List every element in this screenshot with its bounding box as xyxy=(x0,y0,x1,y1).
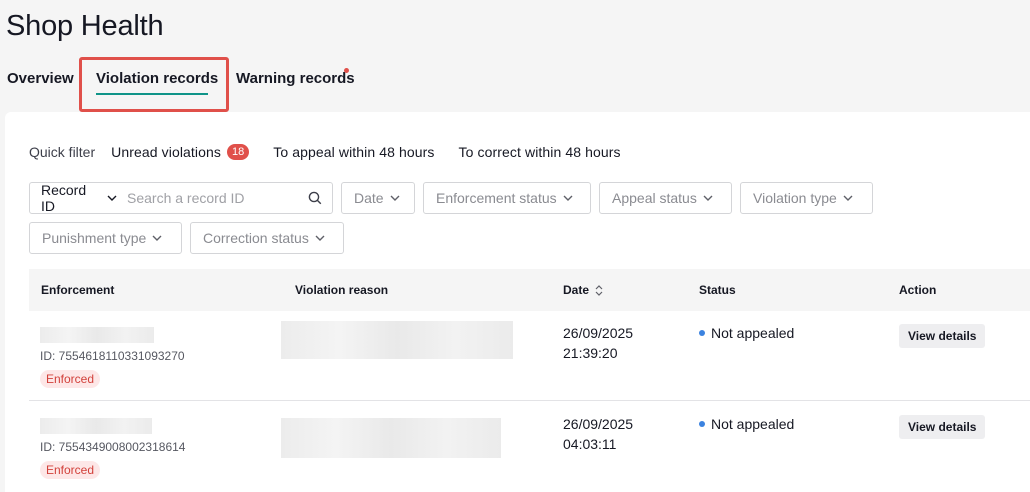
violation-date: 26/09/2025 xyxy=(563,325,634,341)
column-header-violation-reason: Violation reason xyxy=(295,283,389,297)
date-filter[interactable]: Date xyxy=(341,182,415,214)
violation-time: 04:03:11 xyxy=(563,436,617,452)
quick-filter-item-label: To correct within 48 hours xyxy=(458,144,621,160)
tab-bar: Overview Violation records Warning recor… xyxy=(0,57,1030,112)
appeal-status-filter[interactable]: Appeal status xyxy=(599,182,732,214)
correction-status-filter-label: Correction status xyxy=(203,230,309,246)
chevron-down-icon xyxy=(703,195,713,201)
violation-time: 21:39:20 xyxy=(563,345,618,361)
enforcement-status-filter[interactable]: Enforcement status xyxy=(423,182,591,214)
tab-warning-records[interactable]: Warning records xyxy=(236,70,355,87)
appeal-status: Not appealed xyxy=(699,325,794,341)
notification-dot xyxy=(344,68,349,73)
correction-status-filter[interactable]: Correction status xyxy=(190,222,344,254)
quick-filter-item-label: Unread violations xyxy=(111,144,221,160)
page-title: Shop Health xyxy=(6,10,164,42)
quick-filter-item-label: To appeal within 48 hours xyxy=(273,144,435,160)
violation-date: 26/09/2025 xyxy=(563,416,634,432)
appeal-status: Not appealed xyxy=(699,416,794,432)
status-dot xyxy=(699,330,705,336)
unread-count-badge: 18 xyxy=(227,144,250,160)
table-row: ID: 7554618110331093270 Enforced 26/09/2… xyxy=(29,311,1030,401)
redacted-violation-reason xyxy=(281,321,513,359)
table-row: ID: 7554349008002318614 Enforced 26/09/2… xyxy=(29,402,1030,492)
violation-type-filter-label: Violation type xyxy=(753,190,837,206)
redacted-violation-reason xyxy=(281,418,501,458)
redacted-shop-name xyxy=(40,327,154,343)
appeal-status-label: Not appealed xyxy=(711,416,795,432)
date-filter-label: Date xyxy=(354,190,384,206)
sort-icon[interactable] xyxy=(595,284,603,296)
search-icon[interactable] xyxy=(308,191,322,205)
active-tab-indicator xyxy=(96,93,208,95)
view-details-button[interactable]: View details xyxy=(899,415,986,439)
enforcement-status-tag: Enforced xyxy=(40,461,101,479)
record-id: ID: 7554349008002318614 xyxy=(40,440,186,454)
column-header-date[interactable]: Date xyxy=(563,283,603,297)
record-id: ID: 7554618110331093270 xyxy=(40,349,185,363)
punishment-type-filter-label: Punishment type xyxy=(42,230,147,246)
tab-violation-records[interactable]: Violation records xyxy=(96,70,218,87)
violation-type-filter[interactable]: Violation type xyxy=(740,182,873,214)
punishment-type-filter[interactable]: Punishment type xyxy=(29,222,182,254)
column-header-date-label: Date xyxy=(563,283,590,297)
chevron-down-icon xyxy=(107,195,117,201)
table-header: Enforcement Violation reason Date Status… xyxy=(29,269,1030,311)
enforcement-status-tag: Enforced xyxy=(40,370,101,388)
quick-filter-unread-violations[interactable]: Unread violations 18 xyxy=(111,144,250,160)
chevron-down-icon xyxy=(315,235,325,241)
quick-filter-appeal-48h[interactable]: To appeal within 48 hours xyxy=(273,144,434,160)
violation-records-card: Quick filter Unread violations 18 To app… xyxy=(5,112,1030,492)
record-id-select-label: Record ID xyxy=(41,182,87,214)
appeal-status-label: Not appealed xyxy=(711,325,795,341)
quick-filter-label: Quick filter xyxy=(29,144,96,160)
status-dot xyxy=(699,421,705,427)
record-id-select[interactable]: Record ID xyxy=(30,182,125,214)
record-id-search-input[interactable] xyxy=(125,184,308,212)
view-details-button[interactable]: View details xyxy=(899,324,986,348)
chevron-down-icon xyxy=(563,195,573,201)
chevron-down-icon xyxy=(390,195,400,201)
enforcement-status-filter-label: Enforcement status xyxy=(436,190,557,206)
column-header-status: Status xyxy=(699,283,736,297)
appeal-status-filter-label: Appeal status xyxy=(612,190,697,206)
record-id-search-group: Record ID xyxy=(29,182,333,214)
column-header-action: Action xyxy=(899,283,937,297)
chevron-down-icon xyxy=(843,195,853,201)
chevron-down-icon xyxy=(152,235,162,241)
tab-overview[interactable]: Overview xyxy=(7,70,74,87)
redacted-shop-name xyxy=(40,418,152,434)
quick-filter-bar: Quick filter Unread violations 18 To app… xyxy=(29,142,645,162)
column-header-enforcement: Enforcement xyxy=(41,283,115,297)
quick-filter-correct-48h[interactable]: To correct within 48 hours xyxy=(459,144,621,160)
